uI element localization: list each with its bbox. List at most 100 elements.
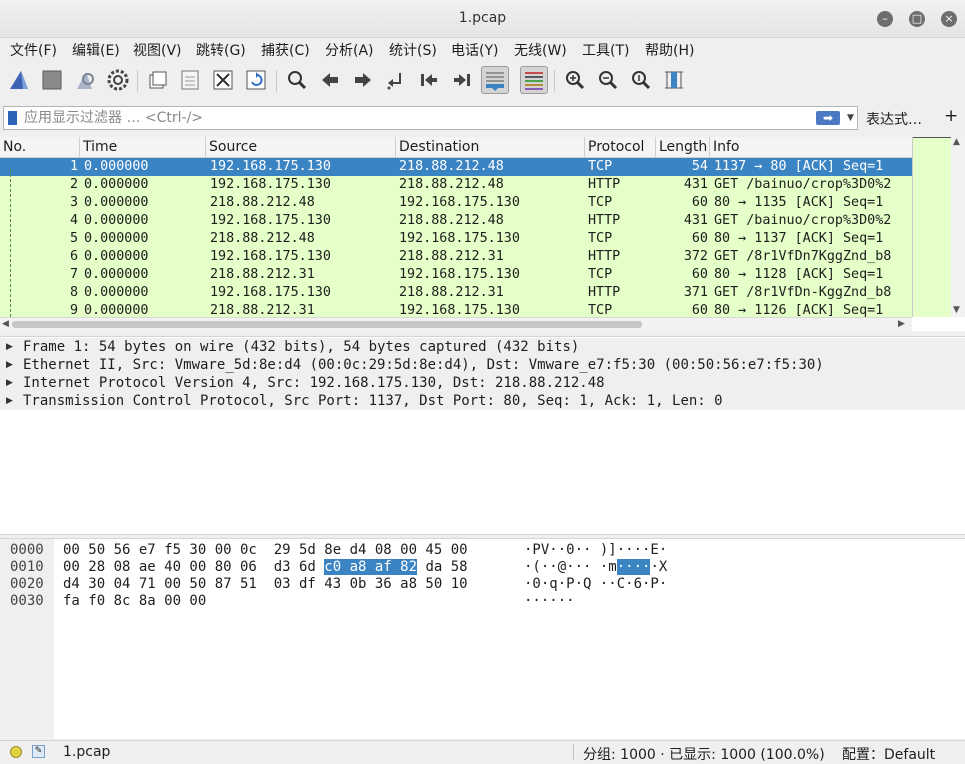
hex-bytes[interactable]: 00 28 08 ae 40 00 80 06 d3 6d c0 a8 af 8… — [63, 558, 468, 576]
open-file-icon[interactable] — [143, 66, 171, 94]
menu-wireless[interactable]: 无线(W) — [514, 40, 567, 60]
go-to-packet-icon[interactable] — [382, 66, 410, 94]
column-header-length[interactable]: Length — [656, 137, 710, 157]
menu-capture[interactable]: 捕获(C) — [261, 40, 310, 60]
packet-row[interactable]: 3 0.000000 218.88.212.48 192.168.175.130 TCP… — [0, 194, 912, 212]
ascii-bytes[interactable]: ·(··@··· ·m·····X — [524, 558, 667, 576]
horizontal-scroll-thumb[interactable] — [12, 321, 642, 328]
colorize-icon[interactable] — [520, 66, 548, 94]
expand-arrow-icon[interactable]: ▶ — [6, 374, 13, 392]
column-header-info[interactable]: Info — [710, 137, 912, 157]
first-packet-icon[interactable] — [415, 66, 443, 94]
packet-row[interactable]: 5 0.000000 218.88.212.48 192.168.175.130 TCP… — [0, 230, 912, 248]
menu-edit[interactable]: 编辑(E) — [72, 40, 120, 60]
scroll-left-icon[interactable]: ◀ — [2, 319, 9, 329]
packet-row[interactable]: 2 0.000000 192.168.175.130 218.88.212.48 HTT… — [0, 176, 912, 194]
scroll-right-icon[interactable]: ▶ — [898, 319, 905, 329]
expression-button[interactable]: 表达式… — [866, 109, 922, 129]
scroll-up-icon[interactable]: ▲ — [953, 137, 960, 147]
last-packet-icon[interactable] — [448, 66, 476, 94]
cell-length: 371 — [683, 285, 708, 300]
menu-view[interactable]: 视图(V) — [133, 40, 182, 60]
menu-tools[interactable]: 工具(T) — [582, 40, 629, 60]
filter-history-dropdown-icon[interactable]: ▼ — [847, 113, 854, 123]
menu-telephony[interactable]: 电话(Y) — [451, 40, 498, 60]
stop-icon[interactable] — [38, 66, 66, 94]
resize-columns-icon[interactable] — [660, 66, 688, 94]
related-packet-indicator — [10, 169, 12, 317]
edit-comment-icon[interactable]: ✎ — [32, 745, 45, 758]
close-icon[interactable]: × — [941, 11, 957, 27]
packet-row[interactable]: 7 0.000000 218.88.212.31 192.168.175.130 TCP… — [0, 266, 912, 284]
cell-info: 80 → 1128 [ACK] Seq=1 — [714, 267, 884, 282]
ascii-bytes[interactable]: ······ — [524, 592, 575, 610]
menu-analyze[interactable]: 分析(A) — [325, 40, 374, 60]
apply-filter-arrow-icon[interactable]: ➡ — [816, 111, 840, 125]
cell-length: 372 — [683, 249, 708, 264]
ascii-bytes[interactable]: ·0·q·P·Q ··C·6·P· — [524, 575, 667, 593]
packet-row[interactable]: 1 0.000000 192.168.175.130 218.88.212.48 TCP… — [0, 158, 912, 176]
detail-ethernet[interactable]: ▶ Ethernet II, Src: Vmware_5d:8e:d4 (00:0… — [0, 356, 965, 374]
hex-bytes[interactable]: 00 50 56 e7 f5 30 00 0c 29 5d 8e d4 08 0… — [63, 541, 468, 559]
detail-tcp[interactable]: ▶ Transmission Control Protocol, Src Port… — [0, 392, 965, 410]
restart-icon[interactable] — [71, 66, 99, 94]
vertical-scrollbar[interactable]: ▲ ▼ — [951, 137, 965, 317]
packet-minimap[interactable] — [912, 137, 951, 317]
ascii-bytes[interactable]: ·PV··0·· )]····E· — [524, 541, 667, 559]
packet-row[interactable]: 6 0.000000 192.168.175.130 218.88.212.31 HTT… — [0, 248, 912, 266]
cell-destination: 192.168.175.130 — [399, 267, 520, 282]
auto-scroll-icon[interactable] — [481, 66, 509, 94]
status-profile[interactable]: 配置：Default — [842, 744, 935, 764]
cell-time: 0.000000 — [84, 267, 149, 282]
cell-info: 1137 → 80 [ACK] Seq=1 — [714, 159, 884, 174]
close-file-icon[interactable] — [209, 66, 237, 94]
forward-arrow-icon[interactable] — [349, 66, 377, 94]
expand-arrow-icon[interactable]: ▶ — [6, 392, 13, 410]
reload-icon[interactable] — [242, 66, 270, 94]
minimize-icon[interactable]: – — [877, 11, 893, 27]
zoom-out-icon[interactable] — [594, 66, 622, 94]
cell-info: 80 → 1137 [ACK] Seq=1 — [714, 231, 884, 246]
cell-protocol: HTTP — [588, 249, 621, 264]
menu-statistics[interactable]: 统计(S) — [389, 40, 437, 60]
back-arrow-icon[interactable] — [316, 66, 344, 94]
toolbar-separator — [554, 70, 555, 92]
hex-bytes[interactable]: d4 30 04 71 00 50 87 51 03 df 43 0b 36 a… — [63, 575, 468, 593]
zoom-in-icon[interactable] — [561, 66, 589, 94]
detail-frame[interactable]: ▶ Frame 1: 54 bytes on wire (432 bits), 5… — [0, 338, 965, 356]
menu-go[interactable]: 跳转(G) — [196, 40, 246, 60]
packet-row[interactable]: 8 0.000000 192.168.175.130 218.88.212.31 HTT… — [0, 284, 912, 302]
column-header-source[interactable]: Source — [206, 137, 396, 157]
column-header-destination[interactable]: Destination — [396, 137, 585, 157]
expert-info-indicator-icon[interactable] — [10, 746, 22, 758]
horizontal-scrollbar[interactable]: ◀ ▶ — [0, 317, 912, 332]
normal-size-icon[interactable] — [627, 66, 655, 94]
cell-destination: 218.88.212.31 — [399, 249, 504, 264]
menu-file[interactable]: 文件(F) — [10, 40, 57, 60]
expand-arrow-icon[interactable]: ▶ — [6, 356, 13, 374]
detail-ipv4[interactable]: ▶ Internet Protocol Version 4, Src: 192.1… — [0, 374, 965, 392]
bookmark-icon[interactable] — [8, 111, 17, 125]
options-gear-icon[interactable] — [104, 66, 132, 94]
expand-arrow-icon[interactable]: ▶ — [6, 338, 13, 356]
byte-offset: 0010 — [10, 559, 44, 575]
cell-time: 0.000000 — [84, 195, 149, 210]
scroll-down-icon[interactable]: ▼ — [953, 305, 960, 315]
cell-protocol: HTTP — [588, 285, 621, 300]
column-header-no[interactable]: No. — [0, 137, 80, 157]
search-icon[interactable] — [283, 66, 311, 94]
column-header-protocol[interactable]: Protocol — [585, 137, 656, 157]
menu-help[interactable]: 帮助(H) — [645, 40, 694, 60]
save-icon[interactable] — [176, 66, 204, 94]
maximize-icon[interactable]: □ — [909, 11, 925, 27]
cell-source: 218.88.212.48 — [210, 195, 315, 210]
cell-time: 0.000000 — [84, 213, 149, 228]
cell-time: 0.000000 — [84, 285, 149, 300]
column-header-time[interactable]: Time — [80, 137, 206, 157]
display-filter-input[interactable] — [24, 109, 794, 127]
shark-fin-icon[interactable] — [5, 66, 33, 94]
hex-bytes[interactable]: fa f0 8c 8a 00 00 — [63, 592, 206, 610]
byte-offset: 0030 — [10, 593, 44, 609]
packet-row[interactable]: 4 0.000000 192.168.175.130 218.88.212.48 HTT… — [0, 212, 912, 230]
add-filter-button[interactable]: + — [944, 106, 958, 126]
